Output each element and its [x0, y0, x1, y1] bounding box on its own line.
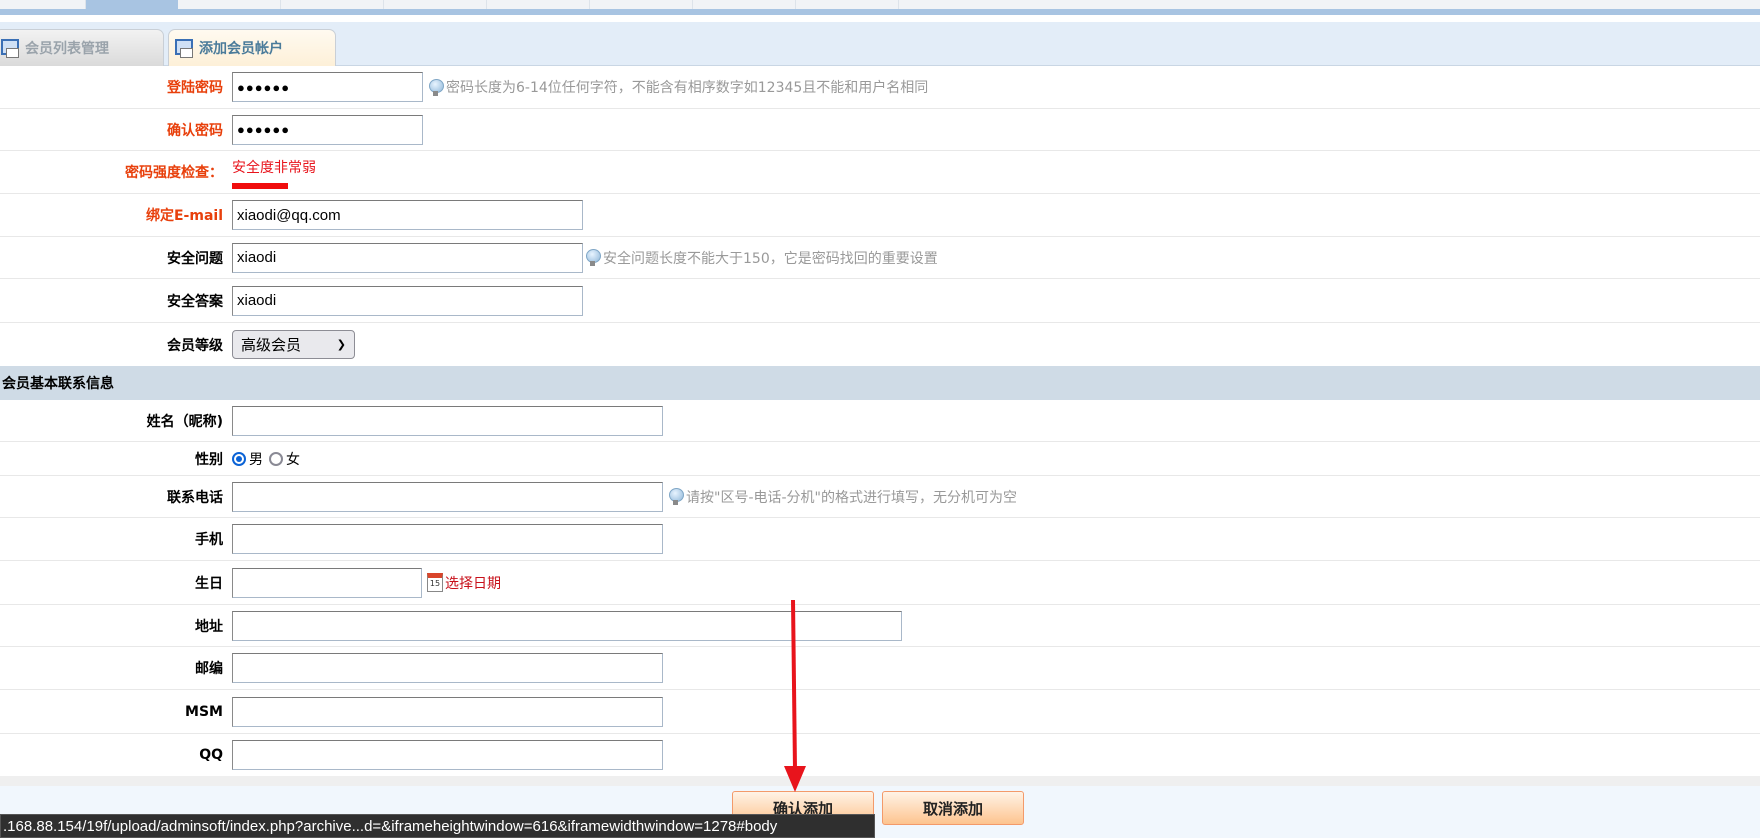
top-nav-tab[interactable] — [796, 0, 899, 9]
cancel-add-button[interactable]: 取消添加 — [882, 791, 1024, 825]
tab-add-member[interactable]: 添加会员帐户 — [168, 29, 336, 66]
window-icon — [1, 39, 19, 58]
nav-divider — [0, 9, 1760, 15]
address-input[interactable] — [232, 610, 902, 641]
tab-member-list[interactable]: 会员列表管理 — [0, 29, 164, 66]
level-selected: 高级会员 — [241, 336, 302, 354]
answer-input[interactable]: xiaodi — [232, 285, 583, 316]
level-select[interactable]: 高级会员 ❯ — [232, 330, 355, 359]
birthday-label: 生日 — [195, 575, 223, 592]
chevron-down-icon: ❯ — [336, 338, 346, 351]
answer-label: 安全答案 — [167, 293, 223, 310]
phone-row: 联系电话 请按"区号-电话-分机"的格式进行填写，无分机可为空 — [0, 476, 1760, 518]
name-label: 姓名（昵称) — [146, 413, 223, 430]
top-nav-tab[interactable] — [487, 0, 590, 9]
gender-row: 性别 男 女 — [0, 442, 1760, 476]
top-nav-tab-active[interactable] — [86, 0, 178, 9]
top-nav-tab[interactable] — [590, 0, 693, 9]
top-nav-tab[interactable] — [693, 0, 796, 9]
lightbulb-icon — [586, 249, 601, 266]
top-nav-tab[interactable] — [178, 0, 281, 9]
level-label: 会员等级 — [167, 337, 223, 354]
strength-label: 密码强度检查： — [125, 165, 223, 181]
qq-input[interactable] — [232, 740, 663, 770]
msm-row: MSM — [0, 690, 1760, 734]
email-row: 绑定E-mail xiaodi@qq.com — [0, 194, 1760, 237]
name-row: 姓名（昵称) — [0, 400, 1760, 442]
choose-date-link[interactable]: 选择日期 — [445, 573, 501, 593]
birthday-row: 生日 15 选择日期 — [0, 561, 1760, 605]
gender-male-radio[interactable]: 男 — [232, 449, 263, 469]
top-nav-strip — [0, 0, 1760, 9]
phone-hint: 请按"区号-电话-分机"的格式进行填写，无分机可为空 — [686, 489, 1017, 506]
lightbulb-icon — [429, 78, 444, 96]
mobile-row: 手机 — [0, 518, 1760, 561]
zip-row: 邮编 — [0, 647, 1760, 690]
email-input[interactable]: xiaodi@qq.com — [232, 200, 583, 230]
phone-input[interactable] — [232, 481, 663, 512]
gender-female-radio[interactable]: 女 — [269, 449, 300, 469]
strength-bar — [232, 183, 288, 189]
email-label: 绑定E-mail — [145, 208, 223, 224]
radio-unchecked-icon — [269, 451, 283, 466]
name-input[interactable] — [232, 405, 663, 436]
top-nav-tab[interactable] — [281, 0, 384, 9]
qq-row: QQ — [0, 734, 1760, 776]
question-label: 安全问题 — [167, 250, 223, 267]
birthday-input[interactable] — [232, 567, 422, 598]
question-input[interactable]: xiaodi — [232, 242, 583, 273]
zip-label: 邮编 — [195, 661, 223, 677]
confirm-password-label: 确认密码 — [167, 122, 223, 139]
password-input[interactable]: ●●●●●● — [232, 72, 423, 102]
level-row: 会员等级 高级会员 ❯ — [0, 323, 1760, 366]
radio-checked-icon — [232, 451, 246, 466]
lightbulb-icon — [669, 488, 684, 505]
password-row: 登陆密码 ●●●●●● 密码长度为6-14位任何字符，不能含有相序数字如1234… — [0, 66, 1760, 109]
password-hint: 密码长度为6-14位任何字符，不能含有相序数字如12345且不能和用户名相同 — [446, 80, 929, 96]
qq-label: QQ — [199, 747, 223, 763]
window-icon — [175, 39, 193, 58]
calendar-icon[interactable]: 15 — [427, 573, 443, 592]
mobile-label: 手机 — [195, 532, 223, 548]
gender-option: 男 — [249, 451, 263, 468]
answer-row: 安全答案 xiaodi — [0, 279, 1760, 323]
confirm-password-input[interactable]: ●●●●●● — [232, 114, 423, 145]
confirm-password-row: 确认密码 ●●●●●● — [0, 109, 1760, 151]
top-nav-tab[interactable] — [384, 0, 487, 9]
password-label: 登陆密码 — [167, 80, 223, 96]
status-bar-url: .168.88.154/19f/upload/adminsoft/index.p… — [0, 814, 875, 838]
tab-label: 添加会员帐户 — [199, 41, 283, 57]
gender-option: 女 — [286, 451, 300, 468]
strength-row: 密码强度检查： 安全度非常弱 — [0, 151, 1760, 194]
strength-text: 安全度非常弱 — [232, 160, 316, 176]
address-label: 地址 — [195, 618, 223, 635]
question-row: 安全问题 xiaodi 安全问题长度不能大于150，它是密码找回的重要设置 — [0, 237, 1760, 279]
msm-input[interactable] — [232, 696, 663, 727]
msm-label: MSM — [185, 703, 223, 720]
tab-label: 会员列表管理 — [25, 41, 109, 57]
tab-bar: 会员列表管理 添加会员帐户 — [0, 22, 1760, 66]
zip-input[interactable] — [232, 653, 663, 683]
question-hint: 安全问题长度不能大于150，它是密码找回的重要设置 — [603, 250, 938, 267]
top-nav-tab[interactable] — [0, 0, 86, 9]
phone-label: 联系电话 — [167, 489, 223, 506]
gender-label: 性别 — [195, 451, 223, 468]
section-header: 会员基本联系信息 — [0, 366, 1760, 400]
mobile-input[interactable] — [232, 524, 663, 554]
address-row: 地址 — [0, 605, 1760, 647]
